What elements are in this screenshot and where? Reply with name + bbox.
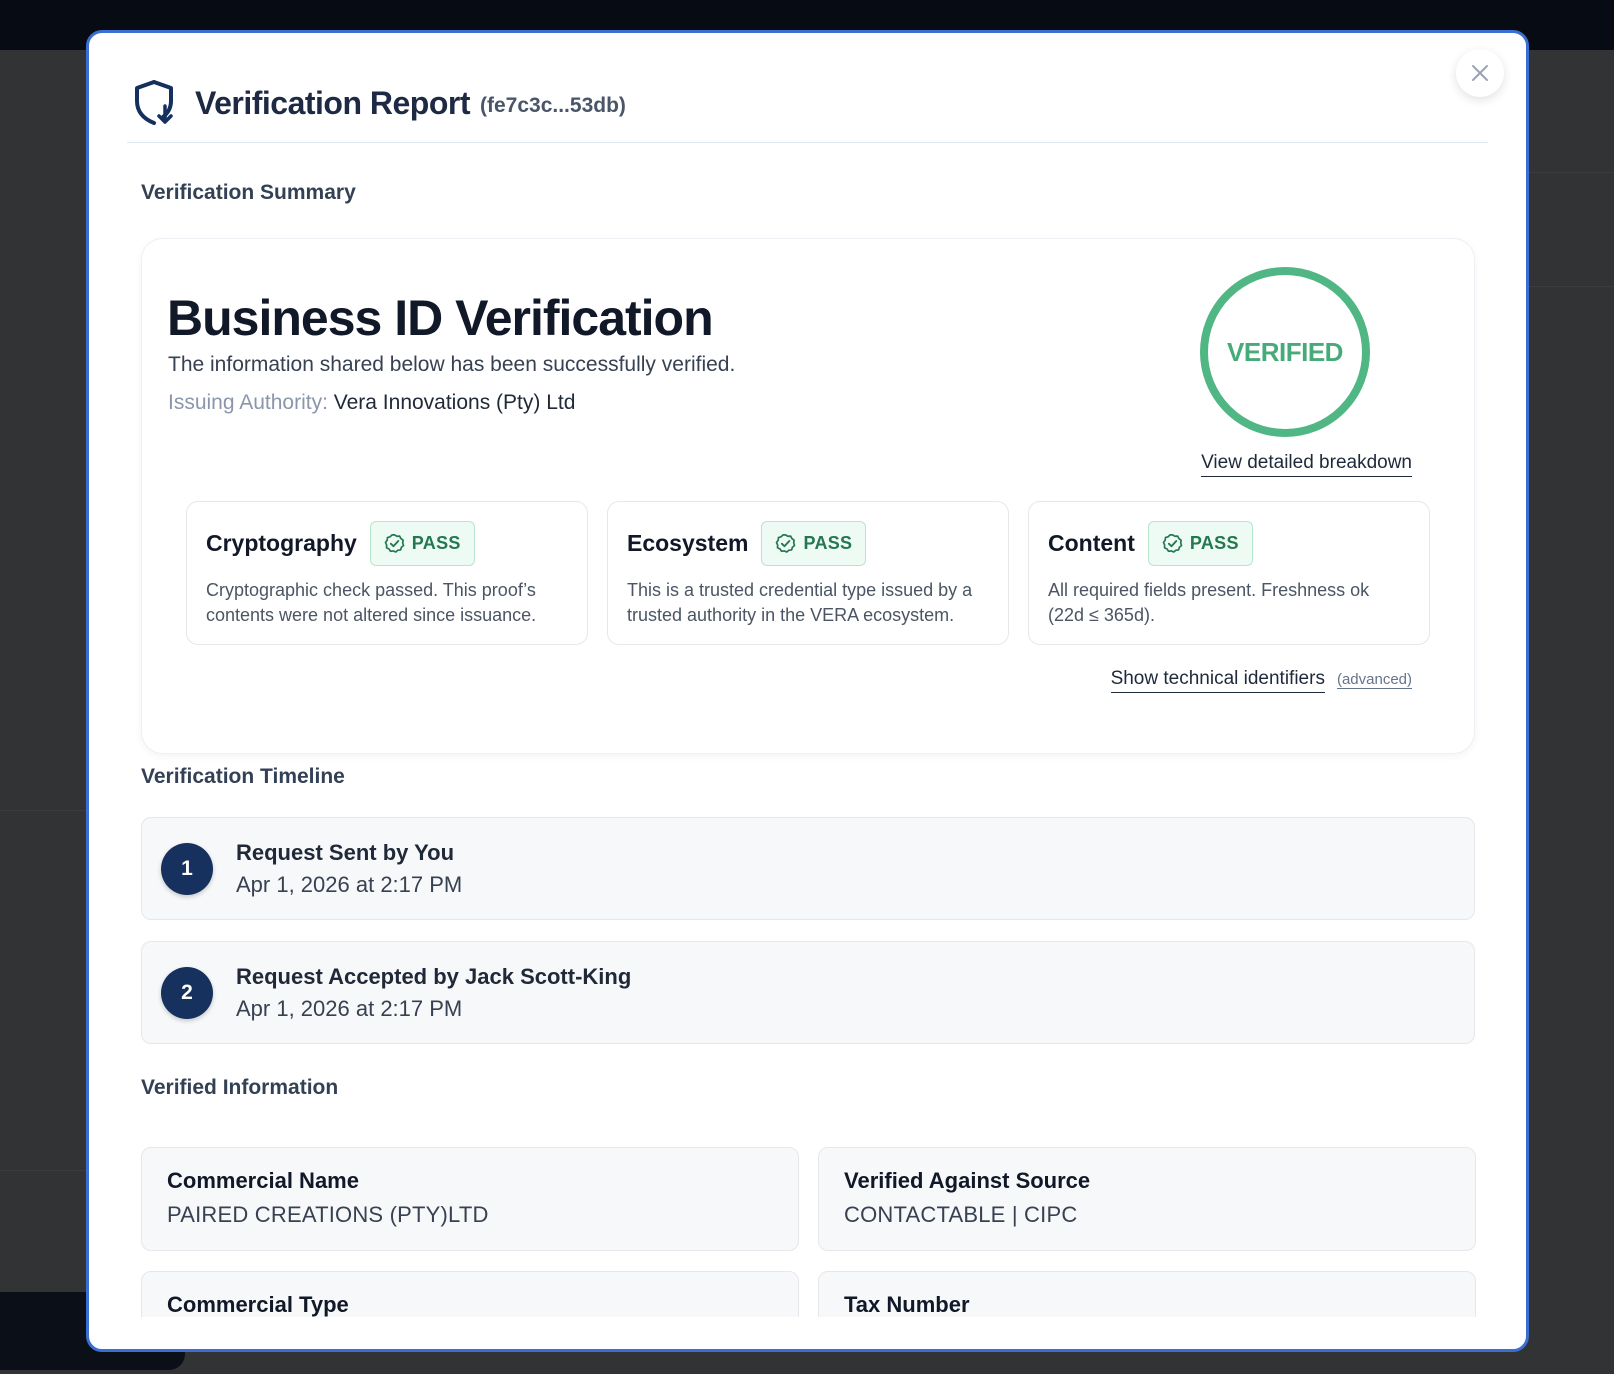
summary-title: Business ID Verification bbox=[167, 290, 714, 346]
pass-label: PASS bbox=[1189, 532, 1239, 553]
view-breakdown-link[interactable]: View detailed breakdown bbox=[1201, 452, 1412, 477]
modal-header: Verification Report (fe7c3c...53db) bbox=[129, 73, 626, 133]
issuing-authority: Issuing Authority: Vera Innovations (Pty… bbox=[168, 391, 575, 415]
summary-card: Business ID Verification The information… bbox=[141, 238, 1475, 754]
close-button[interactable] bbox=[1456, 49, 1504, 97]
info-label: Tax Number bbox=[844, 1292, 970, 1317]
pass-badge: PASS bbox=[761, 520, 867, 566]
timeline-item: 2 Request Accepted by Jack Scott-King Ap… bbox=[141, 941, 1475, 1044]
step-time: Apr 1, 2026 at 2:17 PM bbox=[236, 872, 463, 897]
report-id: (fe7c3c...53db) bbox=[480, 94, 626, 117]
shield-download-icon bbox=[135, 80, 173, 125]
check-description: This is a trusted credential type issued… bbox=[627, 580, 973, 625]
check-circle-icon bbox=[776, 533, 796, 553]
modal-title: Verification Report bbox=[195, 84, 471, 121]
check-card-cryptography: Cryptography PASS Cryptographic check pa… bbox=[186, 501, 588, 645]
pass-badge: PASS bbox=[1147, 520, 1253, 566]
show-technical-identifiers-link[interactable]: Show technical identifiers bbox=[1110, 668, 1325, 693]
check-card-ecosystem: Ecosystem PASS This is a trusted credent… bbox=[607, 501, 1009, 645]
info-label: Verified Against Source bbox=[844, 1168, 1091, 1193]
pass-label: PASS bbox=[411, 532, 461, 553]
header-divider bbox=[127, 142, 1488, 143]
timeline-item: 1 Request Sent by You Apr 1, 2026 at 2:1… bbox=[141, 817, 1475, 920]
check-card-content: Content PASS All required fields present… bbox=[1028, 501, 1430, 645]
backdrop-divider bbox=[0, 810, 86, 811]
info-card-commercial-name: Commercial Name PAIRED CREATIONS (PTY)LT… bbox=[141, 1147, 799, 1251]
check-name: Content bbox=[1048, 529, 1135, 556]
technical-identifiers-row: Show technical identifiers (advanced) bbox=[1110, 668, 1412, 693]
step-title: Request Sent by You bbox=[236, 840, 455, 865]
check-circle-icon bbox=[1162, 533, 1183, 553]
step-number: 2 bbox=[161, 967, 213, 1019]
verified-info-section-label: Verified Information bbox=[141, 1076, 339, 1099]
verification-report-modal: Verification Report (fe7c3c...53db) Veri… bbox=[86, 30, 1529, 1352]
info-label: Commercial Type bbox=[167, 1292, 349, 1317]
info-card-verified-source: Verified Against Source CONTACTABLE | CI… bbox=[818, 1147, 1476, 1251]
backdrop-divider bbox=[0, 1170, 86, 1171]
check-description: All required fields present. Freshness o… bbox=[1048, 580, 1370, 625]
check-description: Cryptographic check passed. This proof’s… bbox=[206, 580, 537, 625]
advanced-note: (advanced) bbox=[1336, 671, 1412, 689]
info-card-commercial-type: Commercial Type bbox=[141, 1271, 799, 1317]
backdrop-divider bbox=[1529, 172, 1614, 173]
info-value: PAIRED CREATIONS (PTY)LTD bbox=[167, 1202, 489, 1227]
step-title: Request Accepted by Jack Scott-King bbox=[236, 964, 632, 989]
step-time: Apr 1, 2026 at 2:17 PM bbox=[236, 996, 463, 1021]
timeline-section-label: Verification Timeline bbox=[141, 765, 345, 788]
info-label: Commercial Name bbox=[167, 1168, 359, 1193]
info-card-tax-number: Tax Number bbox=[818, 1271, 1476, 1317]
modal-scroll-area[interactable]: Verification Report (fe7c3c...53db) Veri… bbox=[89, 33, 1526, 1317]
step-number: 1 bbox=[161, 843, 213, 895]
pass-badge: PASS bbox=[369, 520, 475, 566]
authority-label: Issuing Authority: bbox=[168, 391, 328, 414]
pass-label: PASS bbox=[803, 532, 853, 553]
close-icon bbox=[1472, 65, 1488, 81]
backdrop-divider bbox=[1529, 286, 1614, 287]
info-value: CONTACTABLE | CIPC bbox=[844, 1202, 1078, 1227]
check-circle-icon bbox=[384, 533, 405, 553]
summary-subtitle: The information shared below has been su… bbox=[168, 353, 736, 376]
authority-value: Vera Innovations (Pty) Ltd bbox=[333, 391, 576, 414]
check-name: Cryptography bbox=[206, 529, 357, 556]
verified-status-badge: VERIFIED bbox=[1200, 267, 1370, 437]
check-name: Ecosystem bbox=[627, 529, 749, 556]
summary-section-label: Verification Summary bbox=[141, 181, 356, 204]
verified-status-text: VERIFIED bbox=[1227, 336, 1343, 367]
